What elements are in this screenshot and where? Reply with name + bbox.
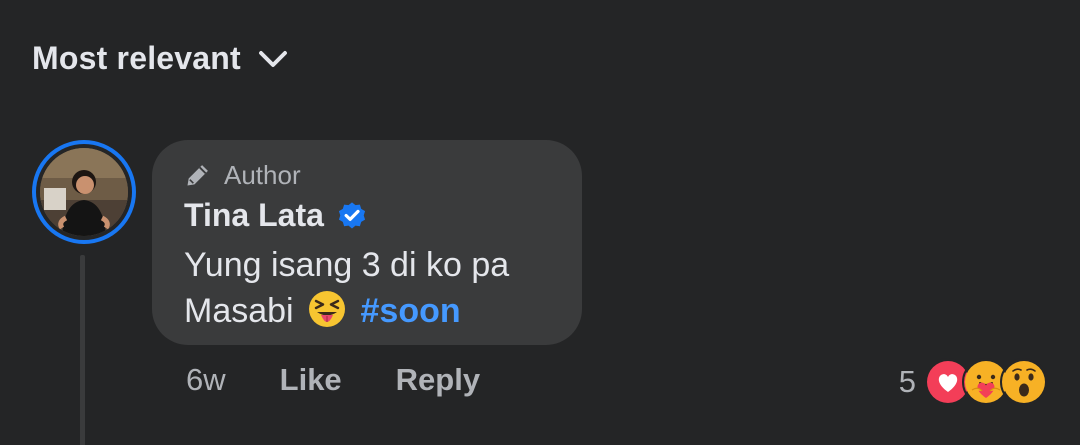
verified-badge-icon bbox=[338, 202, 365, 229]
thread-line bbox=[80, 255, 85, 445]
comment-line-1: Yung isang 3 di ko pa bbox=[184, 246, 510, 284]
reactions-summary[interactable]: 5 bbox=[899, 358, 1048, 406]
wow-reaction-icon bbox=[1000, 358, 1048, 406]
author-badge: Author bbox=[184, 158, 550, 192]
like-button[interactable]: Like bbox=[280, 362, 342, 398]
sort-selector[interactable]: Most relevant bbox=[32, 40, 291, 77]
squinting-face-with-tongue-icon bbox=[309, 291, 346, 327]
reply-button[interactable]: Reply bbox=[396, 362, 480, 398]
author-tag: Author bbox=[224, 159, 301, 190]
commenter-name[interactable]: Tina Lata bbox=[184, 197, 324, 234]
reaction-count: 5 bbox=[898, 364, 916, 399]
hashtag-link[interactable]: #soon bbox=[361, 292, 461, 330]
comment-actions: 6w Like Reply bbox=[186, 362, 480, 398]
comments-panel: Most relevant Author Tina Lata Yung isan… bbox=[0, 0, 1080, 445]
comment-text: Yung isang 3 di ko pa Masabi #soon bbox=[184, 242, 550, 334]
comment-bubble[interactable]: Author Tina Lata Yung isang 3 di ko pa M… bbox=[152, 140, 582, 345]
chevron-down-icon bbox=[258, 50, 287, 67]
sort-label: Most relevant bbox=[32, 40, 241, 76]
pencil-icon bbox=[187, 165, 208, 186]
avatar[interactable] bbox=[32, 140, 136, 244]
timestamp[interactable]: 6w bbox=[186, 362, 226, 398]
profile-photo-image bbox=[40, 148, 128, 236]
comment-line-2: Masabi bbox=[184, 292, 294, 330]
profile-photo bbox=[40, 148, 128, 236]
